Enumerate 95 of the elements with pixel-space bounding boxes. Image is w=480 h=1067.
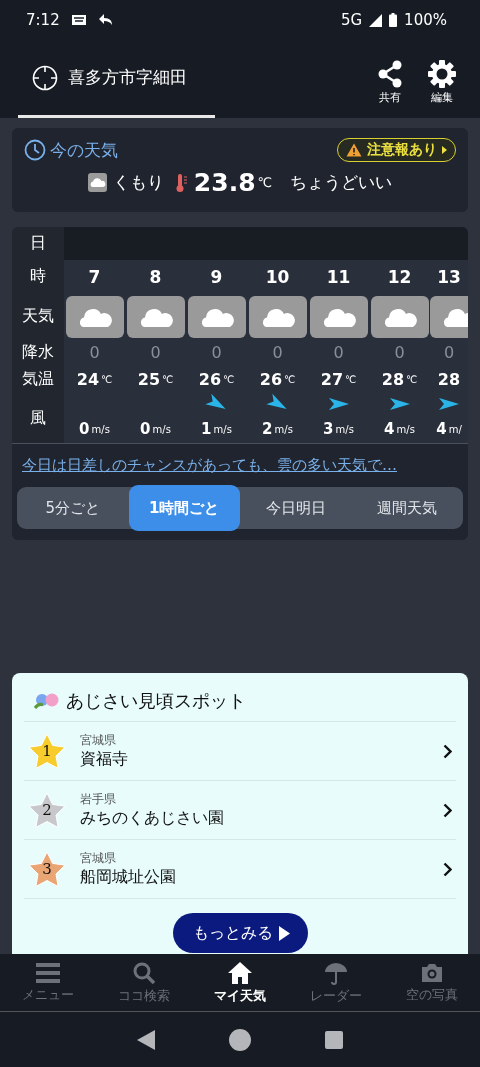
precipitation-value: 0: [272, 342, 283, 364]
radar-tab[interactable]: レーダー: [288, 954, 384, 1011]
hour-label: 8: [149, 265, 162, 289]
battery-percent: 100%: [404, 11, 447, 29]
row-label: 時: [30, 265, 46, 287]
spot-item[interactable]: 2 岩手県 みちのくあじさい園: [24, 781, 456, 840]
hour-label: 10: [265, 265, 290, 289]
temperature-value: 28: [437, 368, 461, 391]
reply-icon: [97, 13, 114, 27]
warning-icon: [346, 143, 362, 157]
notification-icon: [70, 13, 87, 27]
share-icon: [377, 59, 403, 88]
recents-icon[interactable]: [325, 1030, 343, 1049]
condition-label: くもり: [112, 171, 164, 194]
hour-label: 11: [326, 265, 351, 289]
temperature-value: 28℃: [381, 368, 418, 391]
chevron-right-icon: [443, 743, 452, 759]
settings-button[interactable]: 編集: [416, 40, 468, 118]
play-icon: [278, 925, 290, 941]
temperature-value: 24℃: [76, 368, 113, 391]
back-icon[interactable]: [137, 1029, 155, 1050]
interval-tab[interactable]: 5分ごと: [17, 487, 129, 529]
spot-name: 船岡城址公園: [80, 867, 177, 888]
search-tab[interactable]: ココ検索: [96, 954, 192, 1011]
precipitation-value: 0: [89, 342, 100, 364]
thermometer-icon: [175, 172, 188, 193]
search-icon: [132, 960, 156, 985]
chevron-right-icon: [443, 802, 452, 818]
precipitation-value: 0: [150, 342, 161, 364]
umbrella-icon: [323, 960, 349, 985]
hour-label: 12: [387, 265, 412, 289]
row-label: 天気: [22, 305, 54, 327]
menu-icon: [36, 961, 60, 984]
rank-star: 3: [28, 851, 66, 887]
rank-star: 2: [28, 792, 66, 828]
cloud-icon: [65, 295, 124, 338]
interval-tab[interactable]: 今日明日: [240, 487, 352, 529]
row-label: 日: [30, 232, 46, 254]
battery-icon: [389, 13, 398, 27]
prefecture-label: 宮城県: [80, 850, 117, 867]
caret-icon: [442, 146, 447, 154]
signal-icon: [369, 13, 383, 27]
feel-label: ちょうどいい: [290, 171, 393, 194]
spot-name: 資福寺: [80, 749, 129, 770]
wind-arrow-icon: [327, 397, 350, 411]
rank-star: 1: [28, 733, 66, 769]
cloud-icon: [187, 295, 246, 338]
menu-tab[interactable]: メニュー: [0, 954, 96, 1011]
wind-arrow-icon: [438, 397, 460, 411]
hour-label: 9: [210, 265, 223, 289]
hour-label: 7: [88, 265, 101, 289]
home-icon: [227, 960, 253, 985]
prefecture-label: 宮城県: [80, 732, 117, 749]
hour-label: 13: [437, 265, 461, 289]
row-label: 降水: [22, 341, 54, 363]
settings-icon: [428, 59, 456, 88]
share-button[interactable]: 共有: [364, 40, 416, 118]
precipitation-value: 0: [211, 342, 222, 364]
precipitation-value: 0: [333, 342, 344, 364]
crosshair-icon: [32, 64, 58, 91]
spot-item[interactable]: 3 宮城県 船岡城址公園: [24, 840, 456, 899]
temperature-value: 27℃: [320, 368, 357, 391]
temperature-value: 26℃: [259, 368, 296, 391]
spot-name: みちのくあじさい園: [80, 808, 225, 829]
spot-item[interactable]: 1 宮城県 資福寺: [24, 722, 456, 781]
temperature-unit: ℃: [257, 175, 273, 190]
current-temperature: 23.8: [193, 168, 256, 197]
cloud-icon: [248, 295, 307, 338]
wind-arrow-icon: [388, 397, 411, 411]
forecast-summary-link[interactable]: 今日は日差しのチャンスがあっても、雲の多い天気で…: [22, 456, 468, 475]
cloud-icon: [87, 173, 107, 192]
row-label: 気温: [22, 367, 54, 390]
home-tab[interactable]: マイ天気: [192, 954, 288, 1011]
precipitation-value: 0: [443, 342, 455, 364]
chevron-right-icon: [443, 861, 452, 877]
temperature-value: 25℃: [137, 368, 174, 391]
status-time: 7:12: [26, 11, 60, 29]
precipitation-value: 0: [394, 342, 405, 364]
clock-icon: [24, 139, 46, 161]
camera-icon: [420, 961, 444, 984]
temperature-value: 26℃: [198, 368, 235, 391]
cloud-icon: [126, 295, 185, 338]
cloud-icon: [309, 295, 368, 338]
prefecture-label: 岩手県: [80, 791, 117, 808]
more-button[interactable]: もっとみる: [172, 913, 308, 953]
hydrangea-icon: [34, 693, 60, 709]
network-label: 5G: [340, 11, 363, 29]
current-weather-title: 今の天気: [50, 138, 118, 162]
spots-title: あじさい見頃スポット: [66, 689, 246, 713]
location-tab[interactable]: 喜多方市字細田: [18, 40, 215, 118]
camera-tab[interactable]: 空の写真: [384, 954, 480, 1011]
home-button-icon[interactable]: [229, 1028, 251, 1051]
interval-tab[interactable]: 週間天気: [351, 487, 463, 529]
alert-badge[interactable]: 注意報あり: [337, 138, 456, 162]
row-label: 風: [30, 406, 46, 429]
